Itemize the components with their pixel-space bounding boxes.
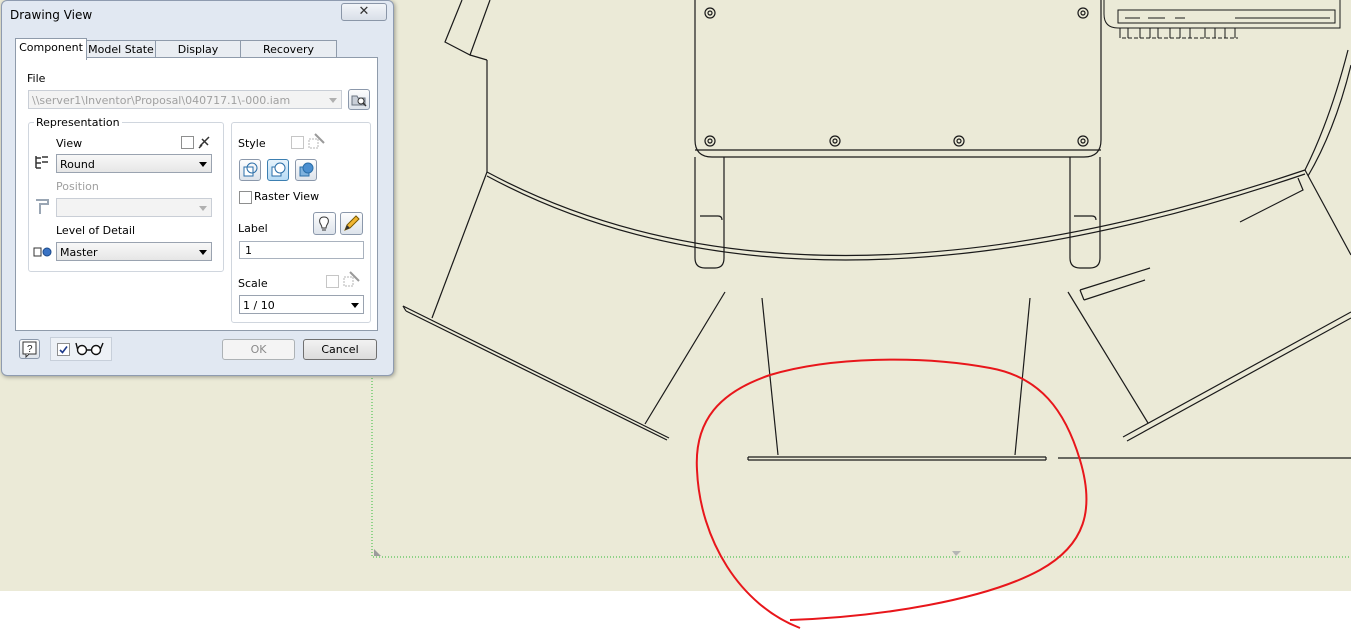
chevron-down-icon xyxy=(199,250,207,255)
representation-group: Representation View Round Position Level… xyxy=(28,116,224,272)
ok-button[interactable]: OK xyxy=(222,339,295,360)
style-label: Style xyxy=(238,137,266,150)
chevron-down-icon xyxy=(351,303,359,308)
chevron-down-icon xyxy=(329,98,337,103)
scale-from-base-checkbox[interactable] xyxy=(326,275,339,288)
cancel-button[interactable]: Cancel xyxy=(303,339,377,360)
shaded-button[interactable] xyxy=(295,159,317,181)
file-label: File xyxy=(27,72,46,85)
hidden-line-icon xyxy=(243,162,258,177)
label-label: Label xyxy=(238,222,268,235)
help-icon: ? xyxy=(22,341,37,359)
chevron-down-icon xyxy=(199,162,207,167)
svg-text:?: ? xyxy=(27,344,33,355)
file-path-combo: \\server1\Inventor\Proposal\040717.1\-00… xyxy=(28,90,342,109)
toggle-label-visibility-button[interactable] xyxy=(313,212,336,235)
upper-left-tab-edge xyxy=(469,54,488,61)
arc-rim xyxy=(486,49,1351,261)
lightbulb-icon xyxy=(319,216,329,231)
checkmark-icon xyxy=(59,346,68,354)
center-arm xyxy=(747,297,1047,461)
view-associative-checkbox[interactable] xyxy=(181,136,194,149)
file-path-value: \\server1\Inventor\Proposal\040717.1\-00… xyxy=(32,94,291,107)
level-of-detail-value: Master xyxy=(60,246,98,259)
representation-title: Representation xyxy=(34,116,122,129)
view-label-input[interactable]: 1 xyxy=(239,241,364,259)
dialog-title: Drawing View xyxy=(10,8,93,22)
close-button[interactable]: ✕ xyxy=(341,3,387,21)
upper-left-tab xyxy=(444,0,491,56)
scale-label: Scale xyxy=(238,277,268,290)
drawing-view-dialog: Drawing View ✕ Component Model State Dis… xyxy=(1,0,394,376)
level-of-detail-label: Level of Detail xyxy=(56,224,136,237)
glasses-icon xyxy=(75,342,104,356)
chevron-down-icon xyxy=(199,206,207,211)
link-base-icon xyxy=(343,271,360,287)
view-label-value: 1 xyxy=(245,244,252,257)
style-group: Style Raster View Label 1 Scale 1 / 10 xyxy=(231,122,371,323)
position-combo xyxy=(56,198,212,217)
link-base-icon xyxy=(308,133,325,149)
view-value: Round xyxy=(60,158,95,171)
pin-link-icon xyxy=(198,136,210,149)
edit-view-label-button[interactable] xyxy=(340,212,363,235)
scale-combo[interactable]: 1 / 10 xyxy=(239,295,364,314)
component-tab-panel: File \\server1\Inventor\Proposal\040717.… xyxy=(15,57,378,331)
preview-checkbox[interactable] xyxy=(57,343,70,356)
tab-component[interactable]: Component xyxy=(15,38,87,60)
position-label: Position xyxy=(56,180,99,193)
left-arm xyxy=(402,171,726,441)
top-right-assembly xyxy=(1103,0,1341,39)
help-button[interactable]: ? xyxy=(19,339,40,359)
style-from-base-checkbox[interactable] xyxy=(291,136,304,149)
shaded-icon xyxy=(299,162,314,177)
sheet-center-marker xyxy=(952,551,961,556)
folder-search-icon xyxy=(351,95,367,107)
view-label: View xyxy=(56,137,83,150)
enclosure-box xyxy=(694,0,1102,269)
view-rep-icon xyxy=(35,156,48,169)
hidden-line-removed-icon xyxy=(271,162,286,177)
hidden-line-button[interactable] xyxy=(239,159,261,181)
raster-view-checkbox[interactable] xyxy=(239,191,252,204)
pencil-icon xyxy=(344,215,360,231)
level-of-detail-combo[interactable]: Master xyxy=(56,242,212,261)
right-arm xyxy=(1067,169,1351,442)
view-combo[interactable]: Round xyxy=(56,154,212,173)
raster-view-label: Raster View xyxy=(254,190,320,203)
sheet-border xyxy=(371,372,1351,558)
browse-file-button[interactable] xyxy=(348,89,370,110)
scale-value: 1 / 10 xyxy=(243,299,275,312)
position-rep-icon xyxy=(36,199,49,214)
hidden-line-removed-button[interactable] xyxy=(267,159,289,181)
level-of-detail-icon xyxy=(33,247,52,257)
sheet-corner-marker xyxy=(374,549,381,556)
preview-toggle-group xyxy=(50,337,112,361)
